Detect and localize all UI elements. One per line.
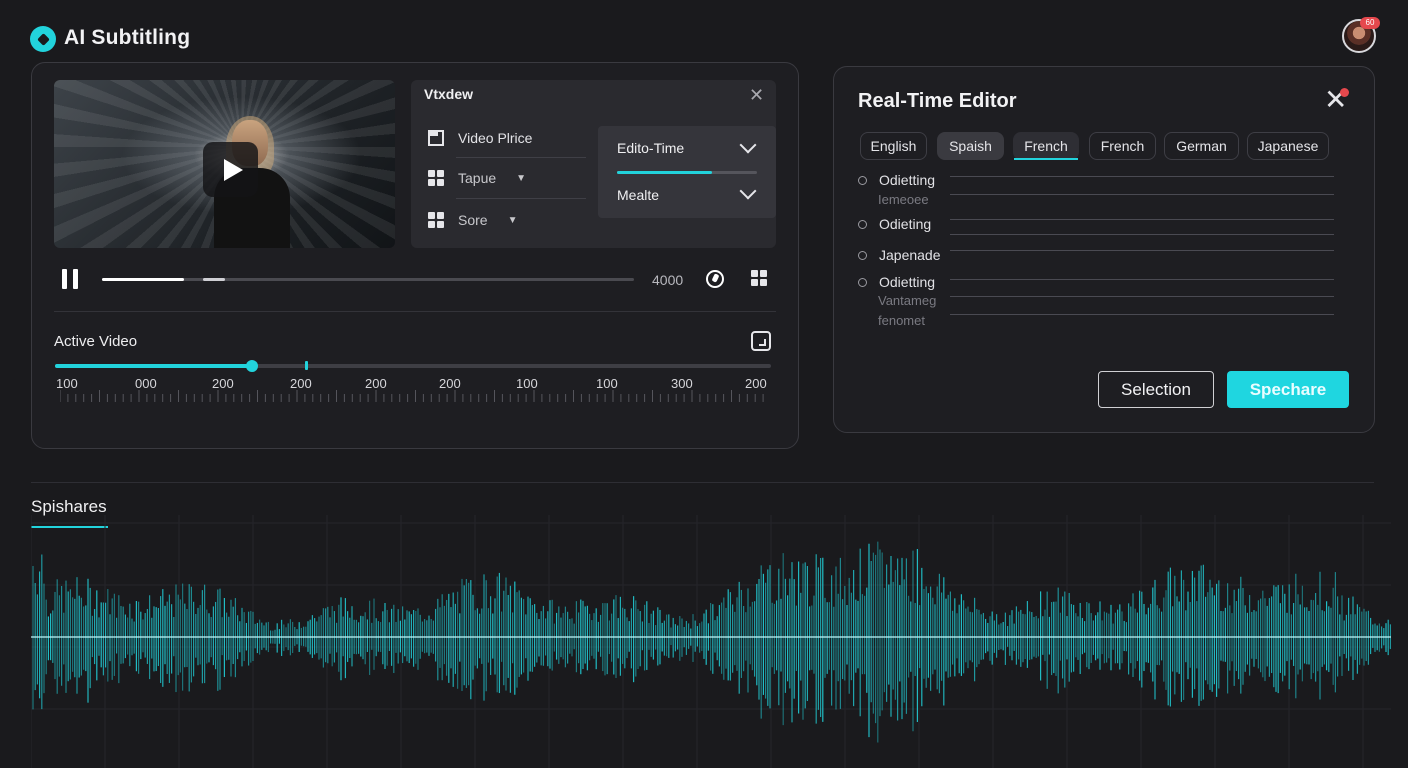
- speed-gauge-icon[interactable]: [706, 270, 724, 288]
- subtitle-row[interactable]: Odietting: [858, 274, 935, 290]
- divider: [456, 198, 586, 199]
- waveform-title: Spishares: [31, 497, 107, 516]
- subtitle-line: [950, 234, 1334, 235]
- alert-dot: [1340, 88, 1349, 97]
- divider: [54, 311, 776, 312]
- grid-icon: [428, 170, 444, 186]
- lang-tab-french[interactable]: French: [1089, 132, 1156, 160]
- submenu-item-mealte[interactable]: Mealte: [617, 187, 659, 203]
- subtitle-text: Odietting: [879, 274, 936, 290]
- spechare-button[interactable]: Spechare: [1227, 371, 1349, 408]
- pause-button[interactable]: [62, 269, 80, 289]
- subtitle-row[interactable]: Odietting: [858, 172, 935, 188]
- subtitle-secondary: Vantameg: [878, 293, 937, 308]
- lang-tab-french-active[interactable]: French: [1013, 132, 1079, 160]
- audio-waveform[interactable]: [31, 515, 1391, 768]
- timeline-ruler: [60, 390, 764, 402]
- radio-button[interactable]: [858, 219, 867, 229]
- time-readout: 4000: [652, 272, 684, 288]
- subtitle-text: Japenade: [879, 247, 941, 263]
- app-title: AI Subtitling: [64, 26, 191, 49]
- lang-tab-spaish[interactable]: Spaish: [937, 132, 1004, 160]
- option-item-tapue[interactable]: Tapue ▼: [428, 168, 526, 188]
- subtitle-text: Odietting: [879, 172, 936, 188]
- divider: [31, 482, 1374, 483]
- subtitle-row[interactable]: Japenade: [858, 247, 941, 263]
- option-item-video-price[interactable]: Video Plrice: [428, 128, 532, 148]
- play-button[interactable]: [203, 142, 258, 197]
- subtitle-line: [950, 194, 1334, 195]
- playback-buffer: [202, 278, 225, 281]
- slider-handle[interactable]: [245, 360, 258, 372]
- radio-button[interactable]: [858, 250, 867, 260]
- grid-icon: [428, 212, 444, 228]
- options-title: Vtxdew: [424, 86, 474, 102]
- submenu-item-edit-time[interactable]: Edito-Time: [617, 140, 684, 156]
- chevron-down-icon: ▼: [516, 172, 527, 184]
- editor-title: Real-Time Editor: [858, 90, 1017, 112]
- subtitle-line: [950, 219, 1334, 220]
- subtitle-secondary: Iemeoee: [878, 192, 929, 207]
- lang-tab-japanese[interactable]: Japanese: [1247, 132, 1329, 160]
- option-label: Video Plrice: [458, 130, 533, 146]
- subtitle-line: [950, 250, 1334, 251]
- option-item-sore[interactable]: Sore ▼: [428, 210, 517, 230]
- subtitle-tertiary: fenomet: [878, 313, 925, 328]
- active-video-slider-fill: [55, 364, 252, 368]
- radio-button[interactable]: [858, 175, 867, 185]
- active-video-label: Active Video: [54, 333, 138, 350]
- subtitle-line: [950, 279, 1334, 280]
- playback-progress: [102, 278, 184, 281]
- expand-icon[interactable]: [751, 331, 771, 351]
- close-icon[interactable]: ✕: [749, 86, 764, 104]
- divider: [456, 157, 586, 158]
- chevron-down-icon: ▼: [507, 214, 518, 226]
- option-label: Tapue: [458, 170, 497, 186]
- submenu-progress-fill: [617, 171, 713, 174]
- subtitle-line: [950, 314, 1334, 315]
- option-label: Sore: [458, 212, 488, 228]
- app-logo-icon: [30, 26, 56, 52]
- lang-tab-german[interactable]: German: [1164, 132, 1239, 160]
- play-icon: [223, 158, 243, 181]
- panel-icon: [428, 130, 444, 146]
- active-tab-underline: [1014, 158, 1078, 160]
- subtitle-text: Odieting: [879, 216, 932, 232]
- layout-grid-icon[interactable]: [751, 270, 767, 286]
- subtitle-line: [950, 296, 1334, 297]
- subtitle-line: [950, 176, 1334, 177]
- selection-button[interactable]: Selection: [1098, 371, 1214, 408]
- subtitle-row[interactable]: Odieting: [858, 216, 931, 232]
- radio-button[interactable]: [858, 277, 867, 287]
- lang-tab-english[interactable]: English: [860, 132, 927, 160]
- notification-badge: 60: [1360, 17, 1380, 29]
- slider-marker: [305, 361, 308, 370]
